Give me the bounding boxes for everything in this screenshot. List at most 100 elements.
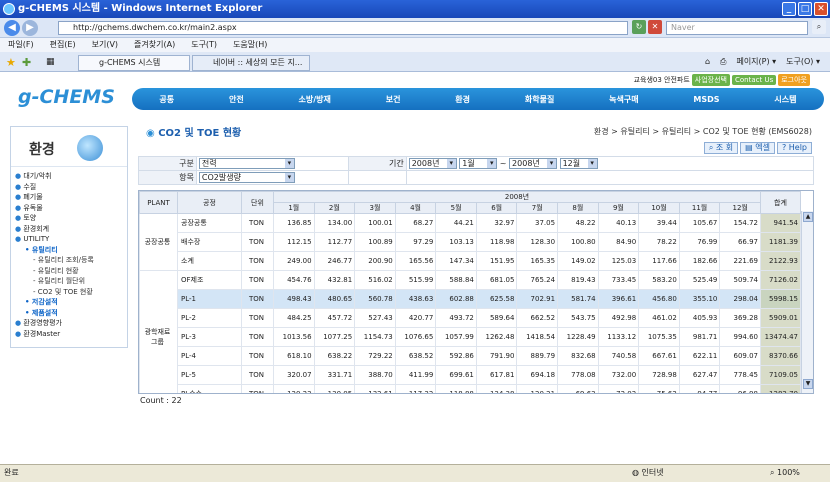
- excel-button[interactable]: ▤ 엑셀: [740, 142, 775, 154]
- add-favorite-icon[interactable]: ✚: [22, 56, 31, 69]
- month-value-cell: 120.23: [273, 384, 315, 393]
- col-process: 공정: [177, 191, 242, 214]
- site-select-button[interactable]: 사업장선택: [691, 74, 730, 86]
- nav-green-purchase[interactable]: 녹색구매: [609, 94, 638, 105]
- sidebar-item[interactable]: 유독물: [15, 203, 127, 214]
- filter-panel: 구분 전력 기간 2008년 1월 ~ 2008년 12월 항목 CO2발생량: [138, 156, 815, 186]
- table-row[interactable]: 소계 TON 249.00 246.77 200.90 165.56 147.34 151.9…: [140, 251, 801, 271]
- search-button[interactable]: ⌕ 조 회: [703, 142, 739, 154]
- table-row[interactable]: PL-1 TON 498.43 480.65 560.78 438.63 602.88 625…: [140, 289, 801, 309]
- nav-health[interactable]: 보건: [386, 94, 401, 105]
- nav-common[interactable]: 공통: [159, 94, 174, 105]
- table-row[interactable]: 공장공통 공장공통 TON 136.85 134.00 100.01 68.27 44.21 3…: [139, 213, 801, 271]
- tab-gchems[interactable]: g-CHEMS 시스템: [78, 55, 190, 71]
- to-month-select[interactable]: 12월: [559, 158, 598, 169]
- scroll-up-icon[interactable]: ▲: [803, 212, 813, 222]
- from-year-select[interactable]: 2008년: [408, 158, 457, 169]
- tab-naver[interactable]: 네이버 :: 세상의 모든 지...: [192, 55, 310, 71]
- minimize-button[interactable]: _: [782, 2, 796, 16]
- page-menu[interactable]: 페이지(P) ▾: [736, 56, 776, 68]
- menu-help[interactable]: 도움말(H): [233, 38, 267, 52]
- url-input[interactable]: http://gchems.dwchem.co.kr/main2.aspx: [58, 21, 628, 35]
- sidebar-item[interactable]: - 유틸리티 조회/등록: [15, 255, 127, 266]
- col-month: 11월: [678, 202, 721, 214]
- logout-button[interactable]: 로그아웃: [778, 74, 810, 86]
- total-cell: 7109.05: [760, 365, 801, 385]
- month-value-cell: 103.13: [435, 232, 477, 252]
- month-value-cell: 509.74: [719, 270, 761, 290]
- sidebar-item[interactable]: 토양: [15, 213, 127, 224]
- sidebar-item[interactable]: UTILITY: [15, 234, 127, 245]
- nav-safety[interactable]: 안전: [229, 94, 244, 105]
- scroll-down-icon[interactable]: ▼: [803, 379, 813, 389]
- sidebar-item[interactable]: 대기/악취: [15, 171, 127, 182]
- tools-menu[interactable]: 도구(O) ▾: [786, 56, 820, 68]
- col-month: 12월: [719, 202, 761, 214]
- search-input[interactable]: Naver: [666, 21, 808, 35]
- sidebar-item[interactable]: • 제품설적: [15, 308, 127, 319]
- sidebar-item[interactable]: • 저감설적: [15, 297, 127, 308]
- table-row[interactable]: PL순수 TON 120.23 130.05 132.61 117.32 118.88 134…: [140, 384, 801, 393]
- table-row[interactable]: PL-2 TON 484.25 457.72 527.43 420.77 493.72 589…: [140, 308, 801, 328]
- gubun-select[interactable]: 전력: [198, 158, 295, 169]
- hangmok-label: 항목: [138, 170, 197, 185]
- stop-icon[interactable]: ✕: [648, 20, 662, 34]
- vertical-scrollbar[interactable]: ▲ ▼: [801, 211, 813, 393]
- menu-favorites[interactable]: 즐겨찾기(A): [134, 38, 175, 52]
- sidebar-item[interactable]: 폐기물: [15, 192, 127, 203]
- back-icon[interactable]: ◀: [4, 20, 20, 36]
- excel-button-label: 엑셀: [755, 143, 770, 152]
- sidebar-item[interactable]: - 유틸리티 월단위: [15, 276, 127, 287]
- sidebar-item[interactable]: 환경회계: [15, 224, 127, 235]
- menu-bar: 파일(F) 편집(E) 보기(V) 즐겨찾기(A) 도구(T) 도움말(H): [0, 38, 830, 52]
- nav-environment[interactable]: 환경: [455, 94, 470, 105]
- row-count: Count : 22: [140, 396, 182, 405]
- refresh-icon[interactable]: ↻: [632, 20, 646, 34]
- sidebar-item[interactable]: 수질: [15, 182, 127, 193]
- table-row[interactable]: 배수장 TON 112.15 112.77 100.89 97.29 103.13 118.9…: [140, 232, 801, 252]
- sidebar-item[interactable]: - 유틸리티 현황: [15, 266, 127, 277]
- gchems-logo[interactable]: g-CHEMS: [18, 86, 115, 108]
- month-value-cell: 1076.65: [394, 327, 437, 347]
- sidebar-item[interactable]: • 유틸리티: [15, 245, 127, 256]
- month-value-cell: 994.60: [719, 327, 761, 347]
- process-cell: PL-3: [177, 327, 242, 347]
- tab-list-icon[interactable]: ▦: [46, 57, 55, 67]
- close-window-button[interactable]: ✕: [814, 2, 828, 16]
- nav-system[interactable]: 시스템: [774, 94, 796, 105]
- sidebar-item[interactable]: 환경Master: [15, 329, 127, 340]
- help-button[interactable]: ? Help: [776, 142, 812, 154]
- maximize-button[interactable]: □: [798, 2, 812, 16]
- search-icon[interactable]: ⌕: [812, 20, 826, 34]
- user-info: 교육생03 안전파트 사업장선택 Contact Us 로그아웃: [634, 74, 810, 86]
- month-value-cell: 182.66: [678, 251, 721, 271]
- month-value-cell: 592.86: [435, 346, 477, 366]
- month-value-cell: 498.43: [273, 289, 315, 309]
- nav-fire[interactable]: 소방/방재: [299, 94, 331, 105]
- print-icon[interactable]: ⎙: [720, 56, 726, 68]
- col-month: 2월: [313, 202, 356, 214]
- table-row[interactable]: 광학재료 그룹 OF제조 TON 454.76 432.81 516.02 515.99 58…: [139, 270, 801, 393]
- table-row[interactable]: PL-4 TON 618.10 638.22 729.22 638.52 592.86 791…: [140, 346, 801, 366]
- nav-msds[interactable]: MSDS: [693, 95, 719, 104]
- menu-file[interactable]: 파일(F): [8, 38, 34, 52]
- home-icon[interactable]: ⌂: [705, 56, 710, 68]
- favorites-star-icon[interactable]: ★: [6, 56, 16, 69]
- hangmok-select[interactable]: CO2발생량: [198, 172, 295, 183]
- sidebar-item[interactable]: - CO2 및 TOE 현황: [15, 287, 127, 298]
- unit-cell: TON: [241, 365, 274, 385]
- unit-cell: TON: [241, 346, 274, 366]
- menu-edit[interactable]: 편집(E): [50, 38, 76, 52]
- menu-view[interactable]: 보기(V): [92, 38, 118, 52]
- forward-icon[interactable]: ▶: [22, 20, 38, 36]
- table-row[interactable]: PL-5 TON 320.07 331.71 388.70 411.99 699.61 617…: [140, 365, 801, 385]
- sidebar-item[interactable]: 환경영향평가: [15, 318, 127, 329]
- menu-tools[interactable]: 도구(T): [191, 38, 217, 52]
- to-year-select[interactable]: 2008년: [509, 158, 558, 169]
- unit-cell: TON: [241, 384, 274, 393]
- zoom-level[interactable]: ⌕ 100%: [770, 465, 800, 481]
- from-month-select[interactable]: 1월: [459, 158, 498, 169]
- table-row[interactable]: PL-3 TON 1013.56 1077.25 1154.73 1076.65 1057.…: [140, 327, 801, 347]
- nav-chemicals[interactable]: 화학물질: [525, 94, 554, 105]
- contact-us-button[interactable]: Contact Us: [732, 75, 777, 85]
